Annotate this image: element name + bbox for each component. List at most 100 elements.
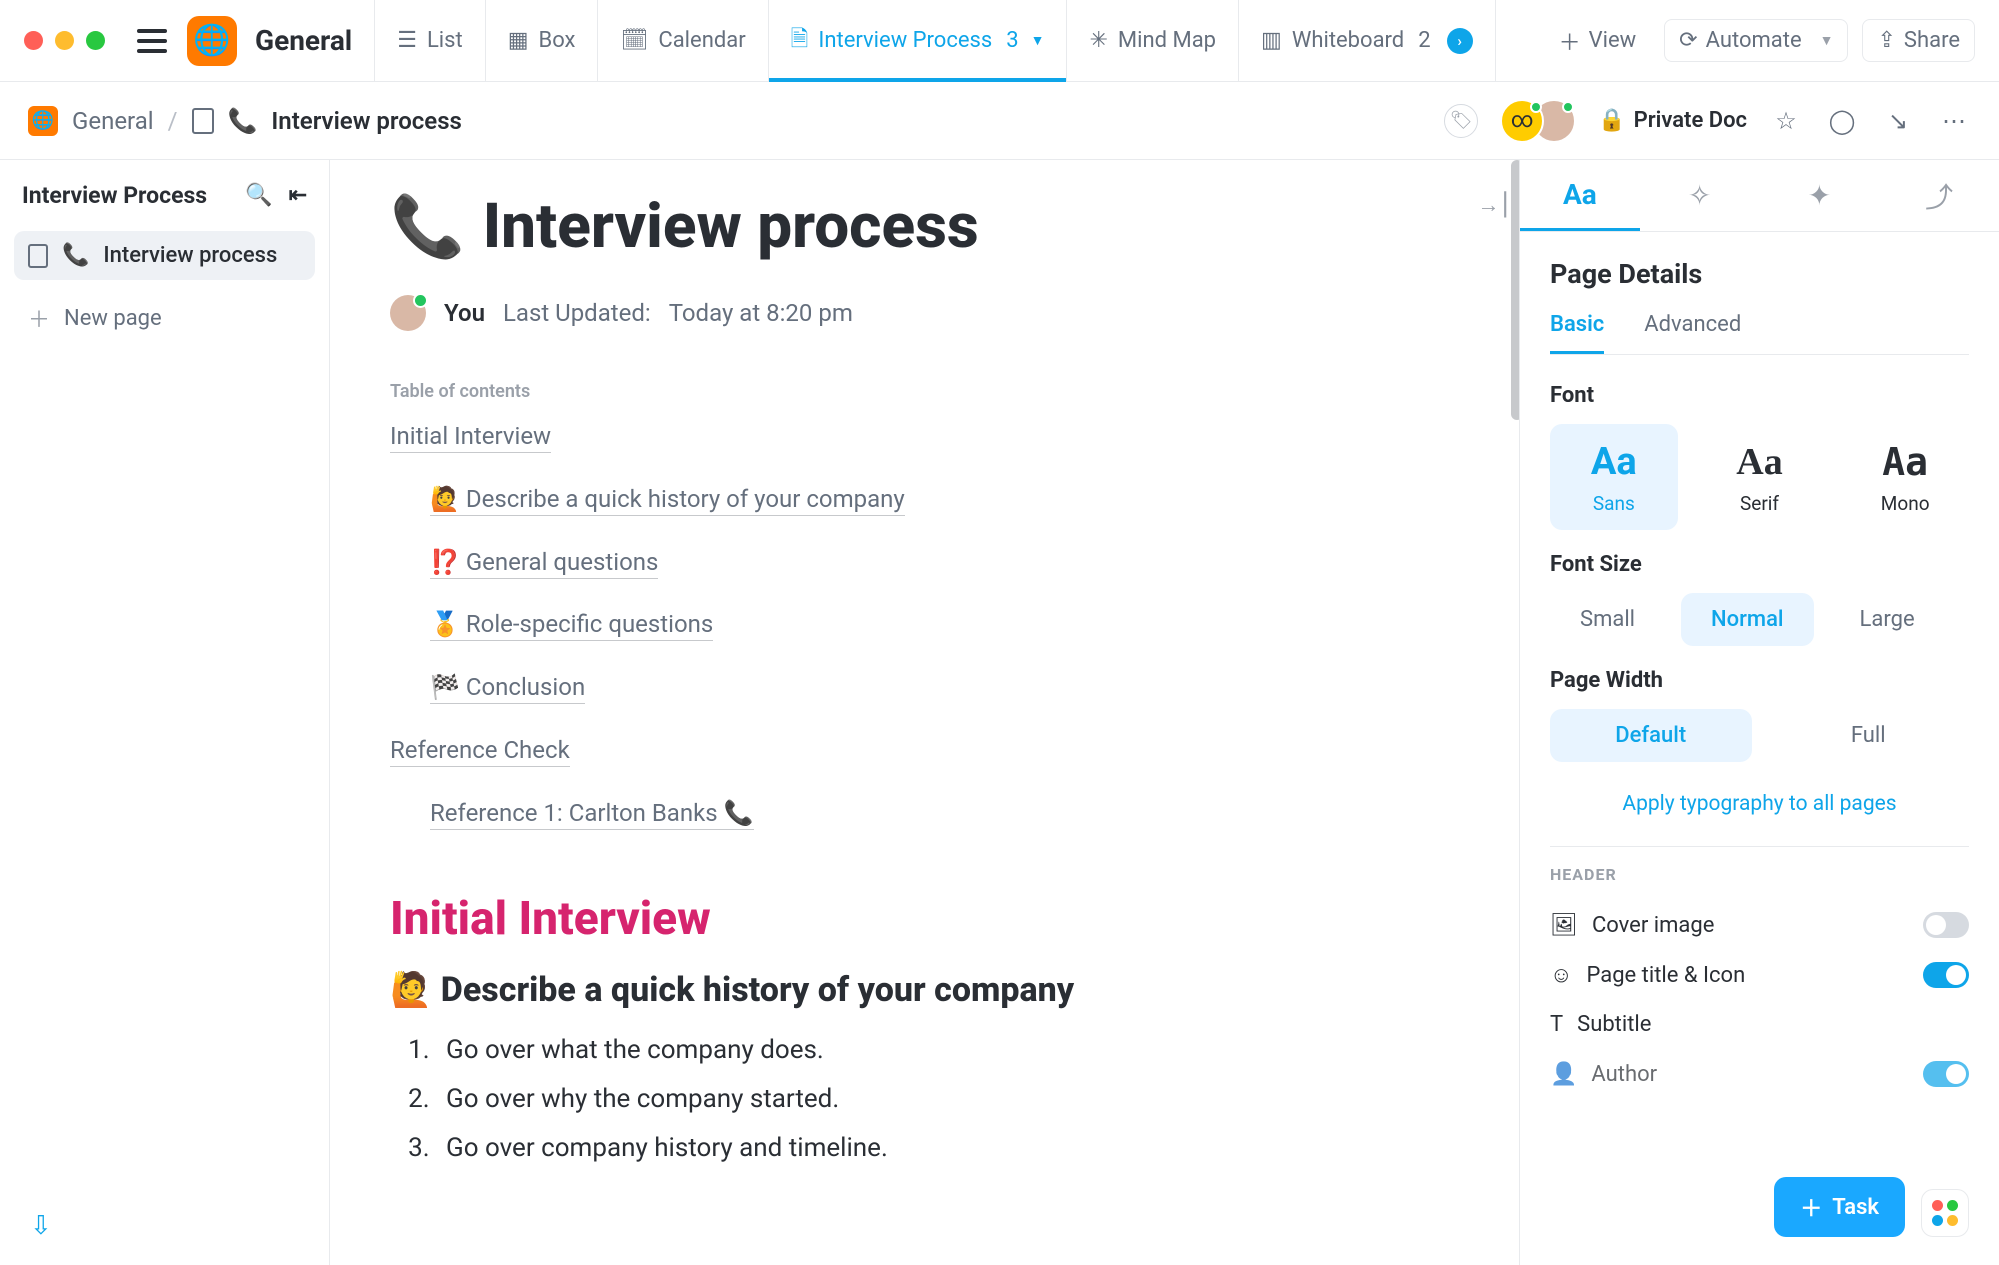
tab-relationships[interactable]: ✧ (1640, 160, 1760, 231)
chevron-down-icon[interactable]: ▼ (1031, 32, 1045, 49)
tab-ai[interactable]: ✦ (1760, 160, 1880, 231)
chevron-down-icon: ▼ (1820, 32, 1834, 49)
size-normal[interactable]: Normal (1681, 593, 1814, 646)
width-default[interactable]: Default (1550, 709, 1752, 762)
tab-interview-process[interactable]: 🗎 Interview Process 3 ▼ (769, 0, 1068, 81)
collapse-sidebar-icon[interactable]: ⇤ (289, 183, 307, 208)
document-area[interactable]: →⎮ 📞 Interview process You Last Updated:… (330, 160, 1519, 1265)
favorite-button[interactable]: ☆ (1769, 104, 1803, 138)
menu-icon[interactable] (137, 29, 167, 53)
avatar (390, 295, 426, 331)
tab-export[interactable]: ⤴ (1879, 160, 1999, 231)
tab-list-label: List (427, 28, 463, 53)
list-item[interactable]: Go over what the company does. (436, 1026, 1429, 1075)
export-icon: ⤴ (1925, 176, 1953, 216)
space-name[interactable]: General (255, 24, 352, 57)
toc-link[interactable]: Reference Check (390, 736, 570, 767)
toggle-author-switch[interactable] (1923, 1061, 1969, 1087)
heading-2[interactable]: 🙋 Describe a quick history of your compa… (390, 970, 1429, 1010)
window-controls (24, 31, 105, 50)
page-title-text: Interview process (483, 190, 979, 263)
collapse-right-icon[interactable]: →⎮ (1478, 192, 1511, 218)
toc-link[interactable]: Initial Interview (390, 422, 551, 453)
font-serif[interactable]: AaSerif (1696, 424, 1824, 530)
tab-mindmap[interactable]: ✳ Mind Map (1067, 0, 1239, 81)
tab-calendar[interactable]: 🗓 Calendar (598, 0, 768, 81)
tag-button[interactable]: 🏷 (1444, 104, 1478, 138)
list-item[interactable]: Go over company history and timeline. (436, 1124, 1429, 1173)
tab-typography[interactable]: Aa (1520, 160, 1640, 231)
comments-button[interactable]: ◯ (1825, 104, 1859, 138)
toggle-cover-switch[interactable] (1923, 912, 1969, 938)
heading-1[interactable]: Initial Interview (390, 892, 1429, 946)
toc-link[interactable]: ⁉️ General questions (430, 548, 658, 579)
breadcrumb-actions: 🏷 ∞ 🔒 Private Doc ☆ ◯ ↘ ⋯ (1444, 99, 1971, 143)
new-task-button[interactable]: ＋ Task (1774, 1177, 1905, 1237)
tab-box[interactable]: ▦ Box (486, 0, 599, 81)
maximize-window[interactable] (86, 31, 105, 50)
toggle-title-switch[interactable] (1923, 962, 1969, 988)
privacy-label: Private Doc (1634, 108, 1747, 133)
toc-link[interactable]: Reference 1: Carlton Banks 📞 (430, 799, 754, 830)
toc-link[interactable]: 🙋 Describe a quick history of your compa… (430, 485, 905, 516)
add-view-label: View (1589, 28, 1637, 53)
size-small[interactable]: Small (1550, 593, 1665, 646)
box-icon: ▦ (508, 28, 529, 53)
toggle-author: 👤 Author (1550, 1049, 1969, 1099)
share-label: Share (1904, 28, 1960, 53)
more-button[interactable]: ⋯ (1937, 104, 1971, 138)
sparkle-icon: ✦ (1808, 179, 1831, 212)
breadcrumb-page[interactable]: Interview process (271, 107, 461, 135)
space-icon[interactable]: 🌐 (187, 16, 237, 66)
new-page-button[interactable]: ＋ New page (14, 290, 315, 346)
ordered-list[interactable]: Go over what the company does. Go over w… (390, 1026, 1429, 1174)
minimize-window[interactable] (55, 31, 74, 50)
plus-icon: ＋ (28, 302, 50, 334)
plus-icon: ＋ (1559, 25, 1581, 57)
tab-whiteboard[interactable]: ▥ Whiteboard 2 › (1239, 0, 1496, 81)
right-panel-body: Page Details Basic Advanced Font AaSans … (1520, 232, 1999, 1125)
apps-button[interactable] (1921, 1189, 1969, 1237)
add-view-button[interactable]: ＋ View (1545, 17, 1651, 65)
search-icon[interactable]: 🔍 (245, 183, 272, 208)
sidebar-item-interview-process[interactable]: 📞 Interview process (14, 231, 315, 280)
fontsize-options: Small Normal Large (1550, 593, 1969, 646)
breadcrumb-space-icon[interactable]: 🌐 (28, 106, 58, 136)
subtab-basic[interactable]: Basic (1550, 312, 1604, 354)
tab-whiteboard-count: 2 (1418, 28, 1430, 53)
close-window[interactable] (24, 31, 43, 50)
presence-avatars[interactable]: ∞ (1500, 99, 1576, 143)
scrollbar[interactable] (1511, 160, 1519, 420)
share-button[interactable]: ⇪ Share (1862, 19, 1975, 62)
arrow-right-icon[interactable]: › (1447, 28, 1473, 54)
font-mono[interactable]: AaMono (1841, 424, 1969, 530)
import-icon[interactable]: ⇩ (30, 1211, 52, 1241)
automate-button[interactable]: ⟳ Automate ▼ (1664, 19, 1848, 62)
right-panel-tabs: Aa ✧ ✦ ⤴ (1520, 160, 1999, 232)
toc-link[interactable]: 🏁 Conclusion (430, 673, 585, 704)
right-panel: Aa ✧ ✦ ⤴ Page Details Basic Advanced Fon… (1519, 160, 1999, 1265)
share-icon: ⇪ (1877, 28, 1895, 53)
page-emoji: 📞 (62, 243, 89, 268)
tab-box-label: Box (539, 28, 576, 53)
left-sidebar: Interview Process 🔍 ⇤ 📞 Interview proces… (0, 160, 330, 1265)
pagewidth-options: Default Full (1550, 709, 1969, 762)
toggle-subtitle: T Subtitle (1550, 1000, 1969, 1049)
width-full[interactable]: Full (1768, 709, 1970, 762)
breadcrumb-root[interactable]: General (72, 107, 154, 135)
size-large[interactable]: Large (1830, 593, 1945, 646)
privacy-button[interactable]: 🔒 Private Doc (1598, 108, 1747, 133)
whiteboard-icon: ▥ (1261, 28, 1282, 53)
download-button[interactable]: ↘ (1881, 104, 1915, 138)
page-emoji: 📞 (390, 191, 465, 262)
new-page-label: New page (64, 306, 162, 331)
page-title[interactable]: 📞 Interview process (390, 190, 1429, 263)
doc-icon: 🗎 (791, 22, 809, 60)
tab-list[interactable]: ☰ List (374, 0, 485, 81)
tab-interview-label: Interview Process (818, 28, 992, 53)
list-item[interactable]: Go over why the company started. (436, 1075, 1429, 1124)
apply-typography-link[interactable]: Apply typography to all pages (1550, 792, 1969, 816)
toc-link[interactable]: 🏅 Role-specific questions (430, 610, 713, 641)
subtab-advanced[interactable]: Advanced (1644, 312, 1741, 354)
font-sans[interactable]: AaSans (1550, 424, 1678, 530)
